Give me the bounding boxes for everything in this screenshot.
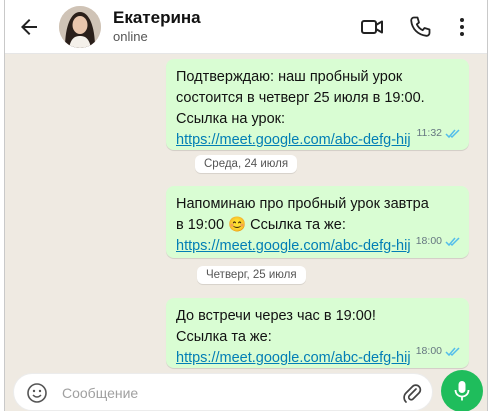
message-text: Подтверждаю: наш пробный урок	[176, 69, 403, 85]
day-divider: Среда, 24 июля	[195, 155, 298, 173]
message-meta: 11:32	[417, 123, 462, 144]
contact-name[interactable]: Екатерина	[113, 8, 201, 28]
video-call-icon[interactable]	[359, 14, 385, 40]
attach-icon[interactable]	[402, 382, 422, 404]
message-text: До встречи через час в 19:00!	[176, 308, 376, 324]
mic-icon	[454, 381, 470, 401]
read-check-icon	[445, 129, 460, 139]
chat-window: Екатерина online Подтверждаю: наш пробны…	[4, 0, 488, 411]
meeting-link[interactable]: https://meet.google.com/abc-defg-hij	[176, 130, 411, 151]
message-time: 18:00	[415, 235, 442, 247]
message-time: 18:00	[415, 345, 442, 357]
message-list: Подтверждаю: наш пробный урок состоится …	[5, 54, 487, 368]
message-time: 11:32	[416, 127, 443, 139]
phone-icon[interactable]	[407, 14, 433, 40]
read-check-icon	[445, 347, 460, 357]
message-bubble[interactable]: Напоминаю про пробный урок завтра в 19:0…	[166, 186, 469, 258]
message-bubble[interactable]: До встречи через час в 19:00! Ссылка та …	[166, 298, 469, 368]
message-text: Напоминаю про пробный урок завтра	[176, 196, 429, 212]
message-composer[interactable]: Сообщение	[13, 373, 433, 411]
mic-button[interactable]	[441, 370, 483, 411]
avatar[interactable]	[59, 6, 101, 48]
meeting-link[interactable]: https://meet.google.com/abc-defg-hij	[176, 236, 411, 257]
contact-status: online	[113, 29, 148, 44]
message-bubble[interactable]: Подтверждаю: наш пробный урок состоится …	[166, 59, 469, 150]
message-text: состоится в четверг 25 июля в 19:00.	[176, 90, 425, 106]
emoji-icon[interactable]	[26, 382, 48, 404]
meeting-link[interactable]: https://meet.google.com/abc-defg-hij	[176, 348, 411, 369]
chat-header: Екатерина online	[5, 0, 487, 54]
back-arrow-icon[interactable]	[17, 15, 41, 39]
message-meta: 18:00	[416, 341, 461, 362]
message-input[interactable]: Сообщение	[62, 385, 138, 401]
message-meta: 18:00	[416, 231, 461, 252]
read-check-icon	[445, 237, 460, 247]
day-divider: Четверг, 25 июля	[197, 266, 306, 284]
more-vert-icon[interactable]	[449, 14, 475, 40]
